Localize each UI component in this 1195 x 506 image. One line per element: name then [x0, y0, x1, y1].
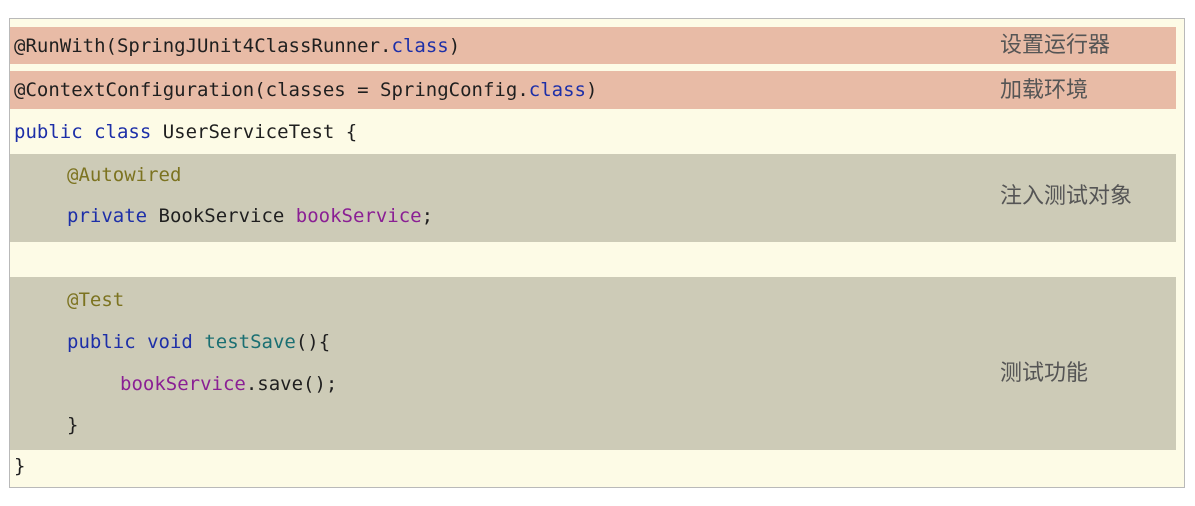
class-name: UserServiceTest {: [151, 121, 358, 143]
code-line-context-config: @ContextConfiguration(classes = SpringCo…: [14, 77, 597, 103]
autowired-annotation: @Autowired: [67, 164, 182, 186]
code-line-runwith: @RunWith(SpringJUnit4ClassRunner.class): [14, 33, 460, 59]
code-line-class-close: }: [14, 453, 25, 479]
public-keyword: public: [14, 121, 83, 143]
closing-brace: }: [67, 414, 79, 436]
void-keyword: void: [147, 331, 193, 353]
method-name: testSave: [204, 331, 296, 353]
code-line-autowired: @Autowired: [67, 162, 181, 188]
note-set-runner: 设置运行器: [1000, 33, 1111, 58]
code-line-test-annotation: @Test: [67, 287, 124, 313]
class-keyword: class: [94, 121, 152, 143]
public-keyword: public: [67, 331, 136, 353]
closing-brace: }: [14, 455, 26, 477]
test-annotation: @Test: [67, 289, 125, 311]
code-line-class-declaration: public class UserServiceTest {: [14, 119, 357, 145]
private-keyword: private: [67, 205, 148, 227]
semicolon: ;: [421, 205, 434, 227]
field-type: BookService: [147, 205, 296, 227]
note-load-environment: 加载环境: [1000, 78, 1089, 103]
class-keyword: class: [391, 35, 449, 57]
code-line-save-call: bookService.save();: [120, 371, 337, 397]
close-paren: ): [448, 35, 461, 57]
field-reference: bookService: [120, 373, 246, 395]
code-line-method-close: }: [67, 412, 78, 438]
save-call: .save();: [245, 373, 338, 395]
code-line-method-declaration: public void testSave(){: [67, 329, 330, 355]
class-keyword: class: [528, 79, 586, 101]
close-paren: ): [585, 79, 598, 101]
code-line-field-declaration: private BookService bookService;: [67, 203, 433, 229]
context-config-annotation: @ContextConfiguration(classes = SpringCo…: [14, 79, 529, 101]
code-panel: @RunWith(SpringJUnit4ClassRunner.class) …: [9, 18, 1185, 488]
method-paren: (){: [295, 331, 331, 353]
note-inject-test-object: 注入测试对象: [1000, 184, 1133, 209]
runwith-annotation: @RunWith(SpringJUnit4ClassRunner.: [14, 35, 392, 57]
note-test-function: 测试功能: [1000, 361, 1089, 386]
field-name: bookService: [295, 205, 422, 227]
